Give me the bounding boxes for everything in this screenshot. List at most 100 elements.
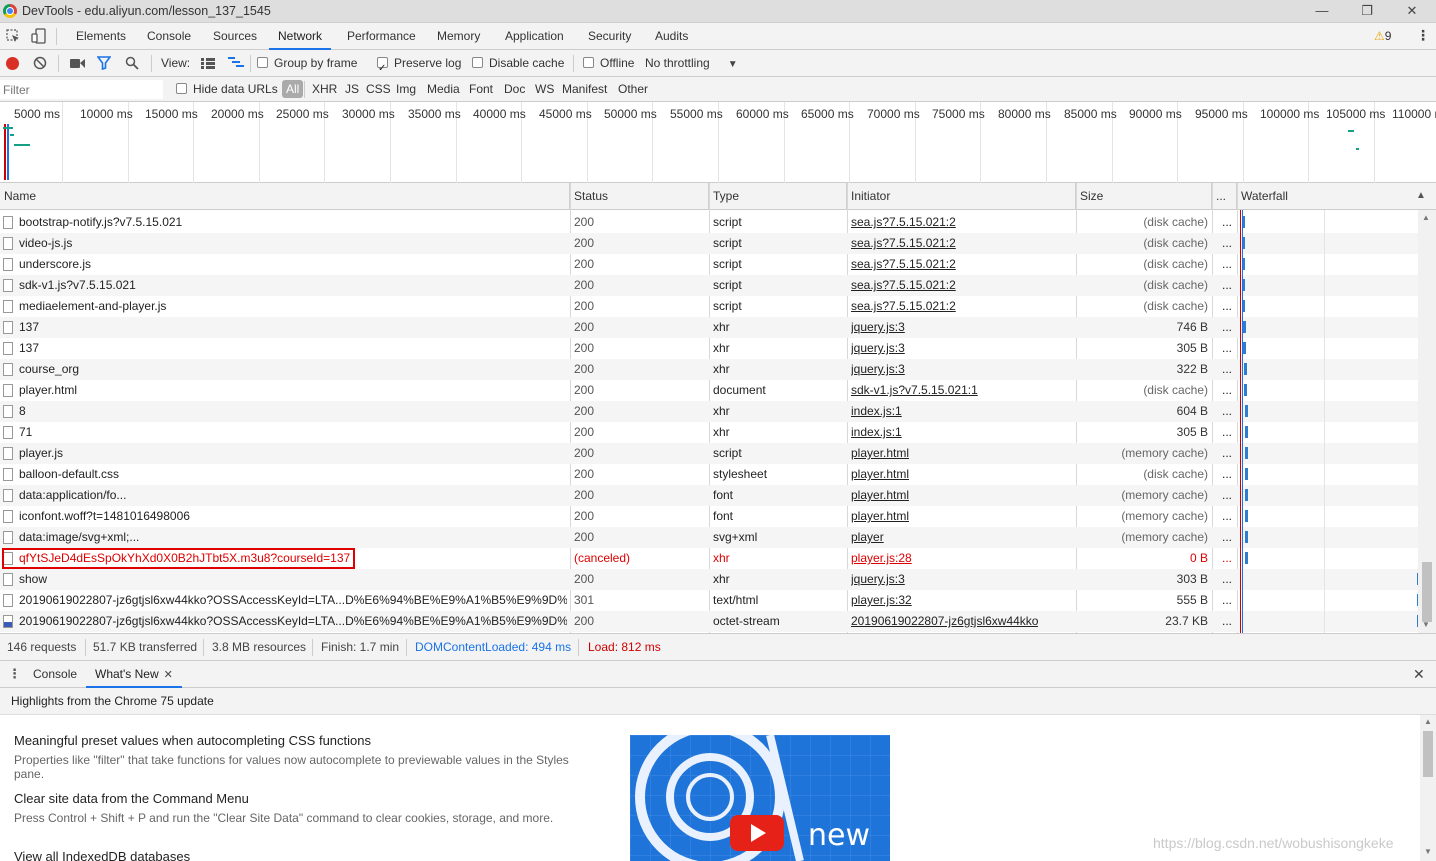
group-by-frame-checkbox[interactable]: Group by frame	[257, 50, 357, 77]
tab-audits[interactable]: Audits	[646, 23, 697, 50]
record-icon[interactable]	[6, 57, 19, 70]
request-row[interactable]: mediaelement-and-player.js 200 script sea.j…	[0, 296, 1418, 317]
request-name[interactable]: 137	[19, 338, 567, 359]
filter-icon[interactable]	[97, 56, 111, 70]
request-name[interactable]: 71	[19, 422, 567, 443]
request-initiator[interactable]: 20190619022807-jz6gtjsl6xw44kko	[851, 611, 1038, 632]
filter-type-manifest[interactable]: Manifest	[562, 77, 607, 102]
request-initiator[interactable]: sea.js?7.5.15.021:2	[851, 296, 956, 317]
request-initiator[interactable]: jquery.js:3	[851, 317, 905, 338]
request-initiator[interactable]: sea.js?7.5.15.021:2	[851, 233, 956, 254]
request-initiator[interactable]: sdk-v1.js?v7.5.15.021:1	[851, 380, 978, 401]
request-name[interactable]: 137	[19, 317, 567, 338]
filter-type-js[interactable]: JS	[345, 77, 359, 102]
large-request-rows-icon[interactable]	[201, 58, 215, 69]
clear-icon[interactable]	[33, 56, 47, 70]
request-initiator[interactable]: player.js:32	[851, 590, 912, 611]
request-row[interactable]: show 200 xhr jquery.js:3 303 B...	[0, 569, 1420, 590]
request-row[interactable]: underscore.js 200 script sea.js?7.5.15.021:…	[0, 254, 1418, 275]
column-header-status[interactable]: Status	[570, 183, 709, 210]
close-tab-icon[interactable]: ✕	[164, 669, 173, 681]
throttling-select[interactable]: No throttling ▼	[645, 50, 738, 77]
request-row[interactable]: sdk-v1.js?v7.5.15.021 200 script sea.js?7.5…	[0, 275, 1418, 296]
tab-application[interactable]: Application	[496, 23, 573, 50]
request-initiator[interactable]: jquery.js:3	[851, 338, 905, 359]
filter-type-media[interactable]: Media	[427, 77, 460, 102]
scroll-down-icon[interactable]: ▼	[1422, 620, 1430, 629]
filter-type-other[interactable]: Other	[618, 77, 648, 102]
offline-checkbox[interactable]: Offline	[583, 50, 634, 77]
tab-network[interactable]: Network	[269, 23, 332, 50]
search-icon[interactable]	[125, 56, 139, 70]
drawer-scrollbar[interactable]: ▲ ▼	[1420, 715, 1436, 861]
filter-type-xhr[interactable]: XHR	[312, 77, 337, 102]
request-row[interactable]: data:image/svg+xml;... 200 svg+xml player (m…	[0, 527, 1418, 548]
request-name[interactable]: balloon-default.css	[19, 464, 567, 485]
column-header-more[interactable]: ...	[1212, 183, 1237, 210]
request-name[interactable]: 8	[19, 401, 567, 422]
minimize-button[interactable]: —	[1312, 2, 1332, 20]
column-header-name[interactable]: Name	[0, 183, 570, 210]
request-name[interactable]: data:image/svg+xml;...	[19, 527, 567, 548]
filter-type-doc[interactable]: Doc	[504, 77, 525, 102]
request-initiator[interactable]: player.html	[851, 443, 909, 464]
drawer-tab-console[interactable]: Console	[24, 661, 86, 688]
tab-performance[interactable]: Performance	[338, 23, 425, 50]
column-header-size[interactable]: Size	[1076, 183, 1212, 210]
drawer-menu-icon[interactable]: ⋮	[8, 666, 21, 682]
request-name[interactable]: course_org	[19, 359, 567, 380]
preserve-log-checkbox[interactable]: Preserve log	[377, 50, 461, 82]
request-initiator[interactable]: player	[851, 527, 884, 548]
network-overview[interactable]: 5000 ms 10000 ms 15000 ms 20000 ms 25000 ms 3…	[0, 102, 1436, 183]
close-drawer-icon[interactable]: ✕	[1413, 666, 1425, 683]
column-header-type[interactable]: Type	[709, 183, 847, 210]
whats-new-item-title[interactable]: View all IndexedDB databases	[14, 849, 190, 861]
request-name[interactable]: 20190619022807-jz6gtjsl6xw44kko?OSSAcces…	[19, 590, 567, 611]
customize-menu-icon[interactable]: ⋮	[1416, 27, 1430, 44]
request-initiator[interactable]: index.js:1	[851, 401, 902, 422]
request-row[interactable]: data:application/fo... 200 font player.html…	[0, 485, 1418, 506]
request-row[interactable]: 20190619022807-jz6gtjsl6xw44kko?OSSAcces…	[0, 611, 1420, 632]
request-name[interactable]: iconfont.woff?t=1481016498006	[19, 506, 567, 527]
request-row[interactable]: course_org 200 xhr jquery.js:3 322 B...	[0, 359, 1418, 380]
chrome-75-promo-image[interactable]: new	[630, 735, 890, 861]
column-header-waterfall[interactable]: Waterfall	[1237, 183, 1418, 210]
filter-input[interactable]	[0, 80, 163, 99]
request-row[interactable]: player.html 200 document sdk-v1.js?v7.5.15.…	[0, 380, 1418, 401]
request-initiator[interactable]: jquery.js:3	[851, 359, 905, 380]
request-name[interactable]: show	[19, 569, 567, 590]
request-name[interactable]: player.html	[19, 380, 567, 401]
request-initiator[interactable]: player.html	[851, 485, 909, 506]
filter-type-img[interactable]: Img	[396, 77, 416, 102]
tab-memory[interactable]: Memory	[428, 23, 489, 50]
filter-type-font[interactable]: Font	[469, 77, 493, 102]
tab-elements[interactable]: Elements	[67, 23, 135, 50]
request-initiator[interactable]: player.js:28	[851, 548, 912, 569]
request-row[interactable]: 8 200 xhr index.js:1 604 B...	[0, 401, 1418, 422]
request-row[interactable]: video-js.js 200 script sea.js?7.5.15.021:2 (…	[0, 233, 1418, 254]
close-window-button[interactable]: ✕	[1402, 2, 1422, 20]
disable-cache-checkbox[interactable]: Disable cache	[472, 50, 564, 77]
request-initiator[interactable]: player.html	[851, 506, 909, 527]
capture-screenshots-icon[interactable]	[70, 58, 86, 69]
request-initiator[interactable]: sea.js?7.5.15.021:2	[851, 212, 956, 233]
request-name[interactable]: data:application/fo...	[19, 485, 567, 506]
whats-new-item-title[interactable]: Meaningful preset values when autocomple…	[14, 733, 371, 748]
tab-security[interactable]: Security	[579, 23, 640, 50]
request-name[interactable]: mediaelement-and-player.js	[19, 296, 567, 317]
filter-type-ws[interactable]: WS	[535, 77, 554, 102]
drawer-tab-whats-new[interactable]: What's New ✕	[86, 661, 182, 688]
request-name[interactable]: underscore.js	[19, 254, 567, 275]
request-initiator[interactable]: index.js:1	[851, 422, 902, 443]
hide-data-urls-checkbox[interactable]: Hide data URLs	[176, 77, 278, 102]
requests-scrollbar[interactable]: ▲ ▼	[1418, 210, 1436, 633]
request-row[interactable]: 71 200 xhr index.js:1 305 B...	[0, 422, 1418, 443]
request-initiator[interactable]: player.html	[851, 464, 909, 485]
scrollbar-thumb[interactable]	[1423, 731, 1433, 777]
request-name[interactable]: sdk-v1.js?v7.5.15.021	[19, 275, 567, 296]
filter-type-css[interactable]: CSS	[366, 77, 391, 102]
request-initiator[interactable]: jquery.js:3	[851, 569, 905, 590]
show-overview-icon[interactable]	[228, 57, 244, 69]
request-initiator[interactable]: sea.js?7.5.15.021:2	[851, 275, 956, 296]
request-name[interactable]: bootstrap-notify.js?v7.5.15.021	[19, 212, 567, 233]
